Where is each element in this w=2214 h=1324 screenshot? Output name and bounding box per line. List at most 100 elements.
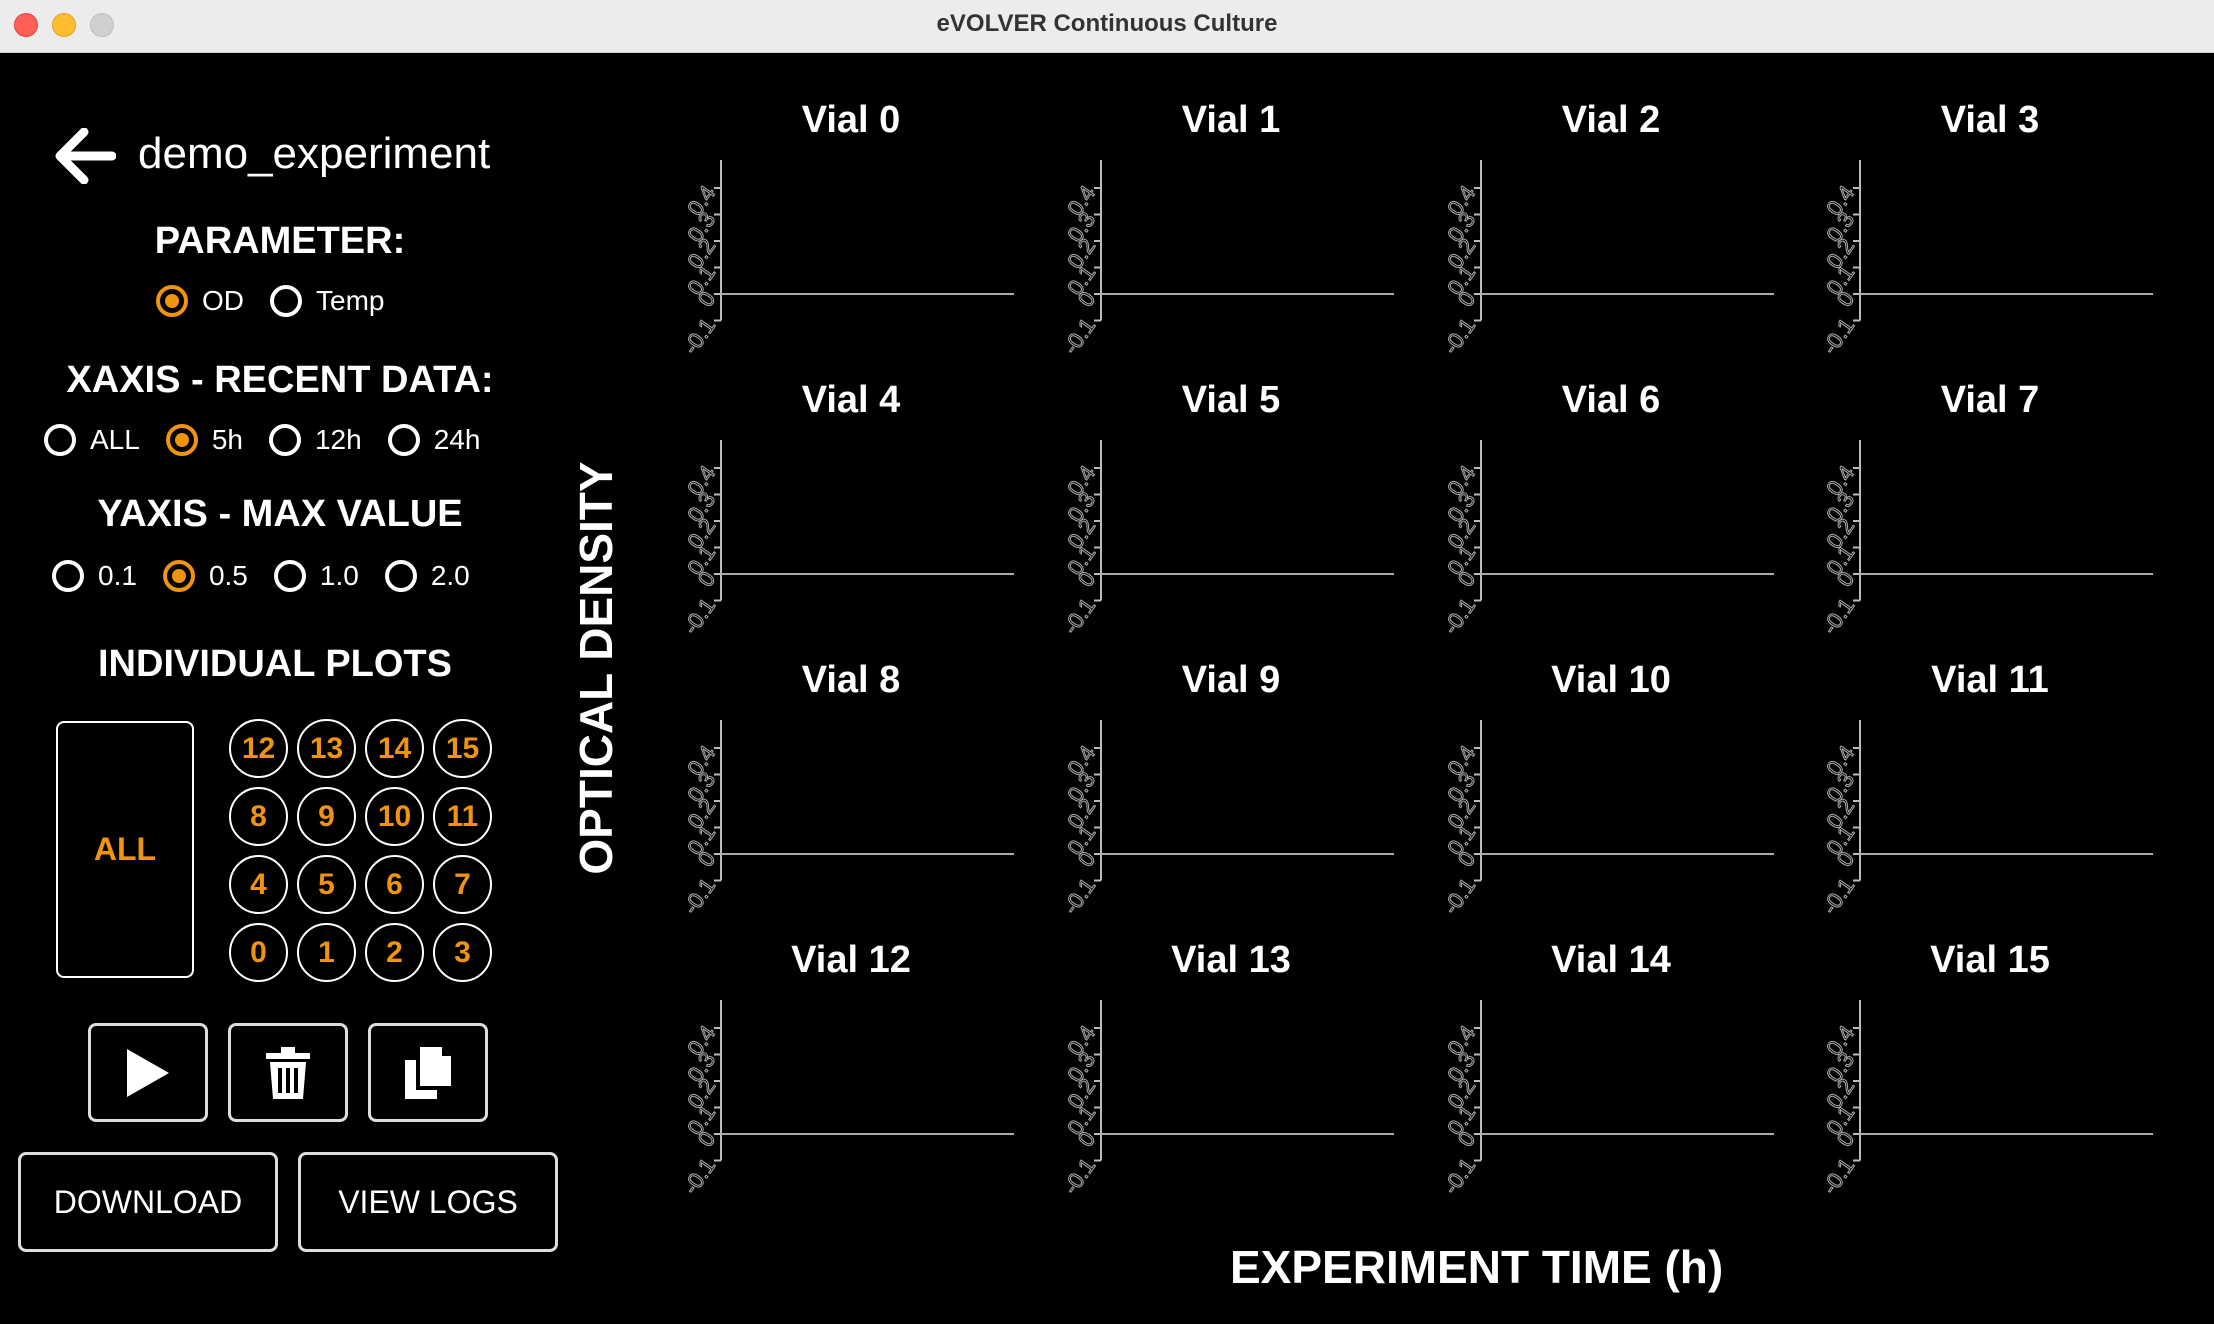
y-tick-label: -0.1 [1438, 313, 1480, 358]
plot-axes: -0.100.10.20.30.4 [1817, 440, 2153, 639]
y-tick-label: -0.1 [1058, 873, 1100, 918]
plot-axes: -0.100.10.20.30.4 [1438, 1000, 1774, 1199]
radio-circle-icon [387, 424, 420, 456]
yaxis-heading: YAXIS - MAX VALUE [97, 493, 463, 535]
vial-plot: Vial 15 -0.1 0 0.1 0.2 0.3 0.4 [1805, 938, 2175, 1218]
back-arrow-icon[interactable] [54, 128, 116, 184]
y-tick-label: -0.1 [1438, 1153, 1480, 1198]
radio-circle-icon [273, 560, 306, 592]
vial-plot: Vial 4 -0.1 0 0.1 0.2 0.3 0.4 [666, 378, 1036, 658]
plot-axes: -0.100.10.20.30.4 [678, 720, 1014, 919]
vial-plot: Vial 0 -0.1 0 0.1 0.2 0.3 0.4 [666, 98, 1036, 378]
radio-circle-icon [156, 285, 188, 317]
plot-axes: -0.100.10.20.30.4 [1438, 440, 1774, 639]
parameter-option-temp[interactable]: Temp [270, 285, 384, 317]
vial-plot: Vial 6 -0.1 0 0.1 0.2 0.3 0.4 [1426, 378, 1796, 658]
yaxis-options: 0.1 0.5 1.0 2.0 [52, 560, 496, 592]
y-axis-label: OPTICAL DENSITY [570, 461, 622, 875]
copy-button[interactable] [368, 1023, 488, 1122]
parameter-option-od[interactable]: OD [156, 285, 244, 317]
plot-axes: -0.100.10.20.30.4 [1438, 720, 1774, 919]
view-logs-button[interactable]: VIEW LOGS [298, 1152, 558, 1252]
vial-plot: Vial 12 -0.1 0 0.1 0.2 0.3 0.4 [666, 938, 1036, 1218]
vial-button-2[interactable]: 2 [365, 923, 424, 982]
vial-plot: Vial 3 -0.1 0 0.1 0.2 0.3 0.4 [1805, 98, 2175, 378]
vial-button-9[interactable]: 9 [297, 787, 356, 846]
yaxis-option-0-1[interactable]: 0.1 [52, 560, 137, 592]
vial-button-10[interactable]: 10 [365, 787, 424, 846]
app-window: eVOLVER Continuous Culture demo_experime… [0, 0, 2214, 1324]
vial-plot: Vial 11 -0.1 0 0.1 0.2 0.3 0.4 [1805, 658, 2175, 938]
vial-plot: Vial 1 -0.1 0 0.1 0.2 0.3 0.4 [1046, 98, 1416, 378]
y-tick-label: -0.1 [678, 1153, 720, 1198]
yaxis-option-2-0[interactable]: 2.0 [384, 560, 470, 592]
trash-icon [266, 1046, 310, 1099]
radio-circle-icon [162, 560, 195, 592]
y-tick-label: -0.1 [1438, 593, 1480, 638]
x-axis-label: EXPERIMENT TIME (h) [1230, 1241, 1724, 1293]
y-tick-label: -0.1 [1058, 593, 1100, 638]
vial-plot: Vial 8 -0.1 0 0.1 0.2 0.3 0.4 [666, 658, 1036, 938]
parameter-options: OD Temp [156, 285, 410, 317]
vial-button-6[interactable]: 6 [365, 855, 424, 914]
xaxis-heading: XAXIS - RECENT DATA: [66, 359, 494, 401]
radio-circle-icon [270, 285, 302, 317]
plot-axes: -0.100.10.20.30.4 [678, 160, 1014, 359]
vial-button-11[interactable]: 11 [433, 787, 492, 846]
xaxis-option-all[interactable]: ALL [44, 424, 140, 456]
y-tick-label: -0.1 [678, 313, 720, 358]
vial-button-13[interactable]: 13 [297, 719, 356, 778]
plot-axes: -0.100.10.20.30.4 [1817, 160, 2153, 359]
radio-circle-icon [44, 424, 76, 456]
plot-axes: -0.100.10.20.30.4 [1817, 720, 2153, 919]
radio-circle-icon [52, 560, 84, 592]
vial-plot: Vial 10 -0.1 0 0.1 0.2 0.3 0.4 [1426, 658, 1796, 938]
y-tick-label: -0.1 [1817, 593, 1859, 638]
y-tick-label: -0.1 [1817, 873, 1859, 918]
plot-axes: -0.100.10.20.30.4 [1058, 440, 1394, 639]
vial-plot: Vial 5 -0.1 0 0.1 0.2 0.3 0.4 [1046, 378, 1416, 658]
delete-button[interactable] [228, 1023, 348, 1122]
radio-circle-icon [268, 424, 301, 456]
vial-plot: Vial 7 -0.1 0 0.1 0.2 0.3 0.4 [1805, 378, 2175, 658]
vial-button-7[interactable]: 7 [433, 855, 492, 914]
vial-plot: Vial 2 -0.1 0 0.1 0.2 0.3 0.4 [1426, 98, 1796, 378]
vial-selector-grid: 12 13 14 15 8 9 10 11 4 5 6 7 0 1 2 3 [229, 719, 499, 982]
vial-button-8[interactable]: 8 [229, 787, 288, 846]
radio-circle-icon [165, 424, 198, 456]
plot-axes: -0.100.10.20.30.4 [1438, 160, 1774, 359]
xaxis-option-24h[interactable]: 24h [387, 424, 480, 456]
parameter-heading: PARAMETER: [154, 220, 406, 262]
vial-plot: Vial 9 -0.1 0 0.1 0.2 0.3 0.4 [1046, 658, 1416, 938]
vial-button-5[interactable]: 5 [297, 855, 356, 914]
vial-button-15[interactable]: 15 [433, 719, 492, 778]
plot-axes: -0.100.10.20.30.4 [1817, 1000, 2153, 1199]
y-tick-label: -0.1 [1817, 1153, 1859, 1198]
individual-plots-heading: INDIVIDUAL PLOTS [98, 643, 452, 685]
xaxis-option-12h[interactable]: 12h [268, 424, 362, 456]
y-tick-label: -0.1 [1058, 313, 1100, 358]
download-button[interactable]: DOWNLOAD [18, 1152, 278, 1252]
window-title: eVOLVER Continuous Culture [936, 10, 1278, 37]
yaxis-option-1-0[interactable]: 1.0 [273, 560, 359, 592]
yaxis-option-0-5[interactable]: 0.5 [162, 560, 248, 592]
experiment-name: demo_experiment [138, 129, 491, 178]
vial-button-1[interactable]: 1 [297, 923, 356, 982]
y-tick-label: -0.1 [678, 593, 720, 638]
xaxis-option-5h[interactable]: 5h [165, 424, 243, 456]
plot-axes: -0.100.10.20.30.4 [1058, 1000, 1394, 1199]
radio-circle-icon [384, 560, 417, 592]
vial-button-14[interactable]: 14 [365, 719, 424, 778]
vial-button-4[interactable]: 4 [229, 855, 288, 914]
vial-button-0[interactable]: 0 [229, 923, 288, 982]
play-button[interactable] [88, 1023, 208, 1122]
vial-button-3[interactable]: 3 [433, 923, 492, 982]
all-vials-button[interactable]: ALL [56, 721, 194, 978]
plot-axes: -0.100.10.20.30.4 [1058, 720, 1394, 919]
plot-axes: -0.100.10.20.30.4 [1058, 160, 1394, 359]
vial-button-12[interactable]: 12 [229, 719, 288, 778]
plot-axes: -0.100.10.20.30.4 [678, 1000, 1014, 1199]
title-bar: eVOLVER Continuous Culture [0, 0, 2214, 53]
vial-plot: Vial 14 -0.1 0 0.1 0.2 0.3 0.4 [1426, 938, 1796, 1218]
y-tick-label: -0.1 [678, 873, 720, 918]
